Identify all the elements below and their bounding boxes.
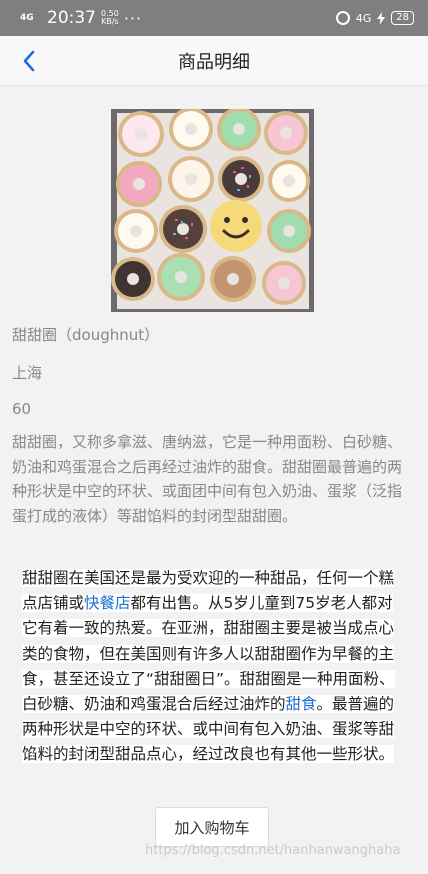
back-button[interactable]: [14, 46, 44, 76]
network-speed-unit: KB/s: [101, 17, 119, 26]
chevron-left-icon: [23, 50, 35, 72]
add-to-cart-button[interactable]: 加入购物车: [155, 807, 269, 847]
product-price: 60: [12, 400, 32, 418]
status-time: 20:37: [47, 8, 96, 28]
product-origin: 上海: [12, 364, 43, 382]
dessert-link[interactable]: 甜食: [285, 695, 317, 714]
product-image: [111, 109, 314, 312]
navigation-bar: 商品明细: [0, 36, 428, 86]
watermark: https://blog.csdn.net/hanhanwanghaha: [145, 843, 401, 858]
product-name: 甜甜圈（doughnut）: [12, 326, 160, 344]
donuts-box-photo: [111, 109, 314, 312]
fastfood-link[interactable]: 快餐店: [84, 594, 131, 613]
charging-icon: [377, 11, 386, 25]
status-bar: 4G 20:37 0.50 KB/s ··· 4G 28: [0, 0, 428, 36]
battery-icon: 28: [391, 11, 414, 25]
product-detail: 甜甜圈在美国还是最为受欢迎的一种甜品，任何一个糕点店铺或快餐店都有出售。从5岁儿…: [22, 566, 398, 768]
network-speed: 0.50 KB/s: [101, 10, 119, 26]
network-signal-icon: 4G: [20, 12, 34, 23]
page-title: 商品明细: [178, 51, 250, 73]
mobile-data-icon: 4G: [355, 11, 372, 25]
alarm-icon: [335, 11, 350, 25]
more-notifications-icon: ···: [123, 8, 143, 28]
product-description: 甜甜圈，又称多拿滋、唐纳滋，它是一种用面粉、白砂糖、奶油和鸡蛋混合之后再经过油炸…: [12, 433, 403, 525]
